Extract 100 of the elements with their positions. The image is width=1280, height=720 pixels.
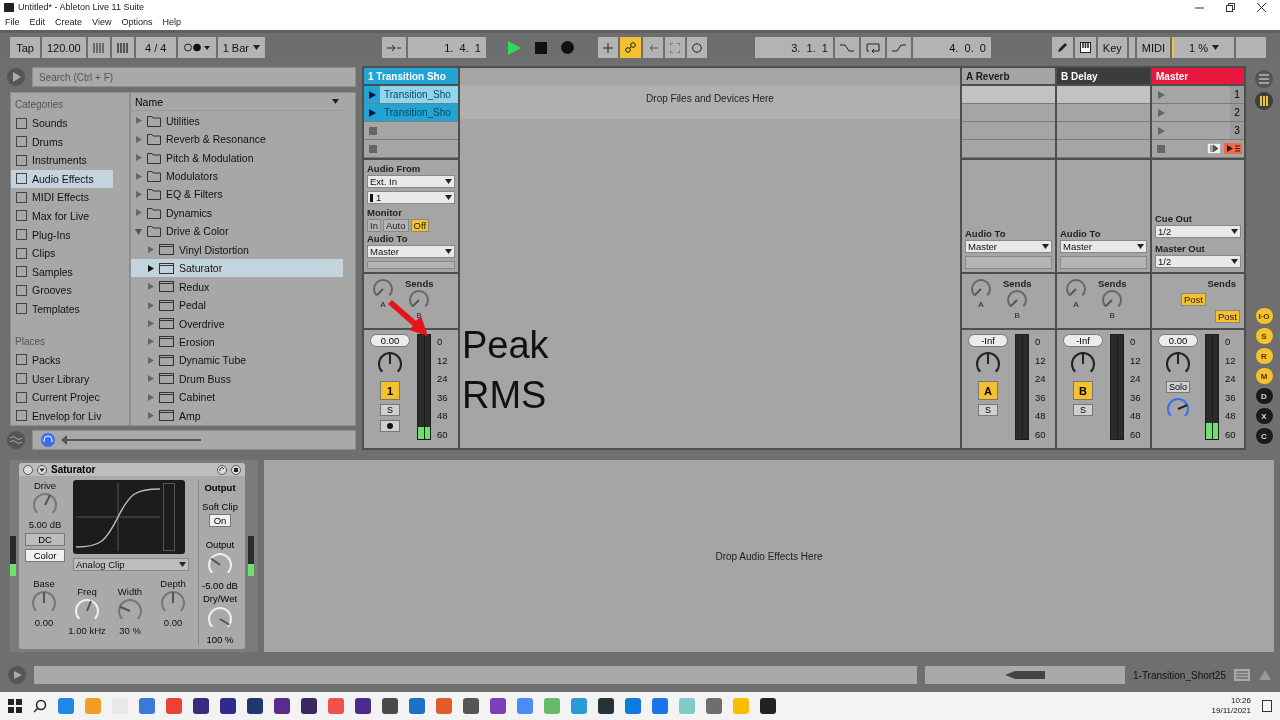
punch-in-button[interactable] bbox=[834, 37, 859, 58]
browser-item[interactable]: Reverb & Resonance bbox=[131, 129, 343, 149]
category-item[interactable]: Sounds bbox=[11, 113, 129, 133]
browser-item[interactable]: Drive & Color bbox=[131, 222, 343, 241]
solo-button[interactable]: S bbox=[978, 404, 998, 416]
app-icon[interactable] bbox=[220, 698, 236, 714]
browser-item[interactable]: Saturator bbox=[131, 258, 343, 278]
menu-item[interactable]: Create bbox=[55, 17, 83, 27]
category-item[interactable]: MIDI Effects bbox=[11, 188, 129, 207]
menu-item[interactable]: Options bbox=[121, 17, 153, 27]
play-icon[interactable] bbox=[8, 666, 26, 684]
follow-icon[interactable] bbox=[1207, 143, 1221, 154]
overview-scrollbar[interactable] bbox=[925, 666, 1125, 684]
place-item[interactable]: Envelop for Liv bbox=[11, 406, 129, 425]
clip-slot[interactable] bbox=[1057, 140, 1150, 157]
output-dropdown[interactable]: Master bbox=[367, 245, 455, 258]
clip-slot[interactable] bbox=[962, 86, 1055, 103]
arrow-icon[interactable] bbox=[1258, 668, 1272, 682]
app-icon[interactable] bbox=[625, 698, 641, 714]
groove-icon[interactable] bbox=[6, 430, 26, 450]
output-channel-field[interactable] bbox=[1060, 256, 1147, 269]
menu-icon[interactable] bbox=[1255, 70, 1273, 88]
category-item[interactable]: Plug-Ins bbox=[11, 225, 129, 244]
hot-swap-icon[interactable] bbox=[217, 464, 227, 475]
save-icon[interactable] bbox=[231, 464, 241, 475]
solo-button[interactable]: S bbox=[1073, 404, 1093, 416]
metronome-button[interactable] bbox=[177, 37, 216, 58]
place-item[interactable]: Current Projec bbox=[11, 387, 129, 407]
nudge-down-button[interactable] bbox=[87, 37, 110, 58]
app-icon[interactable] bbox=[355, 698, 371, 714]
time-signature-field[interactable]: 4 / 4 bbox=[135, 37, 176, 58]
clip-slot[interactable] bbox=[1057, 86, 1150, 103]
output-dropdown[interactable]: Master bbox=[1060, 240, 1147, 253]
master-out-dropdown[interactable]: 1/2 bbox=[1155, 255, 1241, 268]
output-channel-field[interactable] bbox=[965, 256, 1052, 269]
midi-map-button[interactable]: MIDI bbox=[1136, 37, 1170, 58]
browser-toggle-icon[interactable] bbox=[6, 67, 26, 87]
restore-icon[interactable] bbox=[1226, 2, 1235, 12]
play-button[interactable] bbox=[507, 40, 521, 55]
computer-keyboard-button[interactable] bbox=[1074, 37, 1096, 58]
monitor-toggle[interactable]: Off bbox=[410, 219, 430, 232]
loop-button[interactable] bbox=[860, 37, 885, 58]
post-toggle[interactable]: Post bbox=[1181, 293, 1206, 306]
browser-item[interactable]: Cabinet bbox=[131, 388, 343, 407]
browser-item[interactable]: Vinyl Distortion bbox=[131, 240, 343, 259]
punch-out-button[interactable] bbox=[886, 37, 911, 58]
app-icon[interactable] bbox=[652, 698, 668, 714]
volume-field[interactable]: -Inf bbox=[1063, 334, 1103, 347]
loop-start-field[interactable]: 3. 1. 1 bbox=[754, 37, 833, 58]
category-item[interactable]: Audio Effects bbox=[11, 169, 113, 189]
draw-mode-button[interactable] bbox=[1051, 37, 1073, 58]
session-record-button[interactable] bbox=[686, 37, 707, 58]
app-icon[interactable] bbox=[409, 698, 425, 714]
browser-item[interactable]: Redux bbox=[131, 277, 343, 296]
record-button[interactable] bbox=[560, 41, 574, 54]
menu-item[interactable]: View bbox=[92, 17, 112, 27]
app-icon[interactable] bbox=[301, 698, 317, 714]
overdub-button[interactable] bbox=[597, 37, 618, 58]
app-icon[interactable] bbox=[598, 698, 614, 714]
collapse-icon[interactable] bbox=[135, 227, 142, 235]
search-icon[interactable] bbox=[33, 699, 47, 713]
place-item[interactable]: Packs bbox=[11, 350, 129, 370]
app-icon[interactable] bbox=[517, 698, 533, 714]
category-item[interactable]: Grooves bbox=[11, 281, 129, 300]
app-icon[interactable] bbox=[247, 698, 263, 714]
browser-item[interactable]: Dynamics bbox=[131, 203, 343, 223]
expand-icon[interactable] bbox=[147, 264, 154, 272]
search-field[interactable]: Search (Ctrl + F) bbox=[32, 67, 356, 87]
browser-item[interactable]: Dynamic Tube bbox=[131, 351, 343, 370]
automation-button[interactable] bbox=[619, 37, 641, 58]
clip-slot[interactable] bbox=[1057, 122, 1150, 139]
app-icon[interactable] bbox=[490, 698, 506, 714]
keyboard-icon[interactable] bbox=[1234, 669, 1250, 681]
section-toggle[interactable]: D bbox=[1255, 388, 1273, 404]
output-dropdown[interactable]: Master bbox=[965, 240, 1052, 253]
category-item[interactable]: Drums bbox=[11, 132, 129, 151]
section-toggle[interactable]: S bbox=[1255, 328, 1273, 344]
clip-slot[interactable] bbox=[962, 140, 1055, 157]
clip-slot[interactable] bbox=[364, 122, 458, 139]
app-icon[interactable] bbox=[463, 698, 479, 714]
notification-icon[interactable] bbox=[1262, 699, 1272, 713]
track-activator[interactable]: A bbox=[978, 381, 998, 400]
browser-item[interactable]: Amp bbox=[131, 406, 343, 425]
track-activator[interactable]: B bbox=[1073, 381, 1093, 400]
input-type-dropdown[interactable]: Ext. In bbox=[367, 175, 455, 188]
volume-field[interactable]: 0.00 bbox=[370, 334, 410, 347]
nudge-up-button[interactable] bbox=[111, 37, 134, 58]
soft-clip-toggle[interactable]: On bbox=[209, 514, 231, 527]
section-toggle[interactable]: M bbox=[1255, 368, 1273, 384]
input-channel-dropdown[interactable]: 1 bbox=[367, 191, 455, 204]
close-icon[interactable] bbox=[1257, 2, 1266, 12]
browser-item[interactable]: EQ & Filters bbox=[131, 185, 343, 204]
follow-button[interactable] bbox=[381, 37, 406, 58]
tap-button[interactable]: Tap bbox=[10, 37, 40, 58]
clip-slot[interactable] bbox=[962, 122, 1055, 139]
category-item[interactable]: Max for Live bbox=[11, 206, 129, 226]
app-icon[interactable] bbox=[139, 698, 155, 714]
browser-item[interactable]: Pedal bbox=[131, 295, 343, 315]
section-toggle[interactable]: C bbox=[1255, 428, 1273, 444]
app-icon[interactable] bbox=[328, 698, 344, 714]
